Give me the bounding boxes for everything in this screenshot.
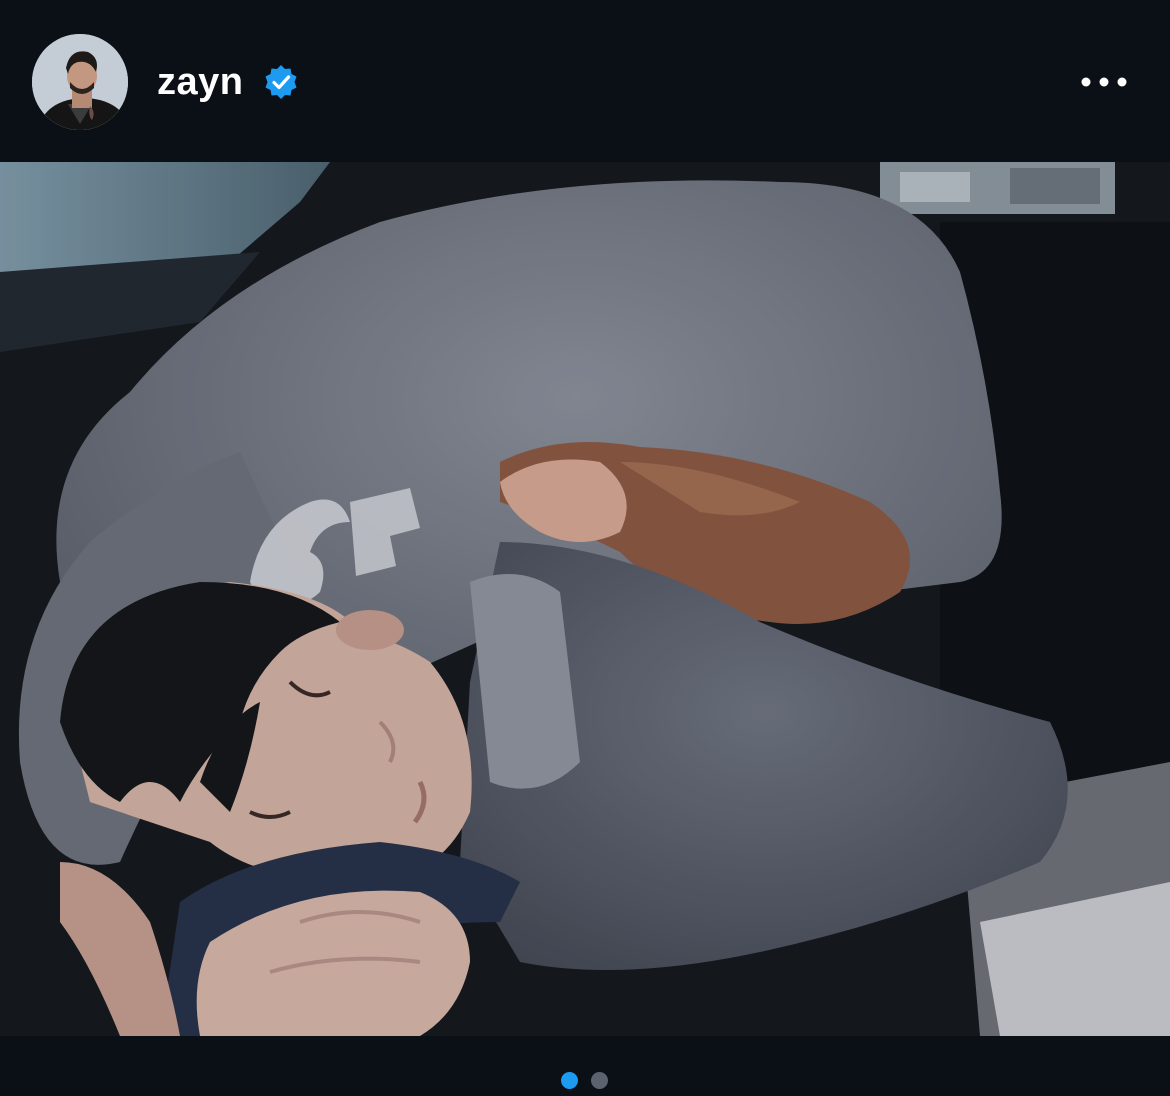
carousel-dot-1[interactable] (561, 1072, 578, 1089)
avatar-image (32, 34, 128, 130)
carousel-indicator (0, 1066, 1170, 1096)
carousel-dot-2[interactable] (591, 1072, 608, 1089)
username[interactable]: zayn (157, 58, 243, 106)
post-photo[interactable] (0, 162, 1170, 1036)
more-options-icon[interactable] (1078, 68, 1130, 96)
verified-badge-icon (265, 65, 297, 99)
post-header: zayn (0, 0, 1170, 162)
post-viewer: zayn (0, 0, 1170, 1096)
avatar[interactable] (32, 34, 128, 130)
photo-image (0, 162, 1170, 1036)
